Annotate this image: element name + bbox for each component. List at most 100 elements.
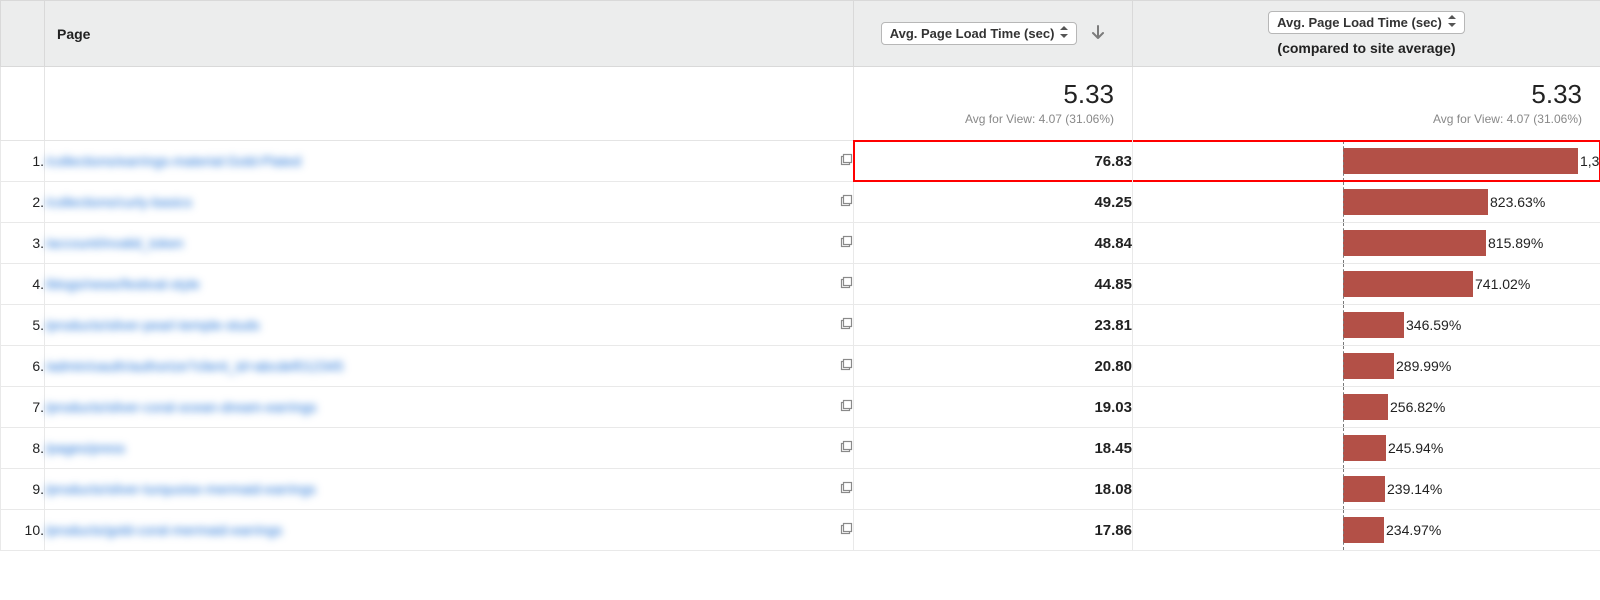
header-rownum	[1, 1, 45, 67]
comparison-cell: 815.89%	[1133, 223, 1600, 264]
row-number: 6.	[1, 346, 45, 387]
page-cell: /collections/curly-basics	[45, 182, 854, 223]
comparison-value: 289.99%	[1396, 358, 1451, 374]
page-path-link[interactable]: /products/silver-pearl-temple-studs	[45, 317, 260, 333]
comparison-cell: 823.63%	[1133, 182, 1600, 223]
open-in-new-icon[interactable]	[840, 194, 853, 210]
load-time-cell: 76.83	[854, 141, 1133, 182]
axis-zero-line	[1343, 223, 1344, 263]
comparison-value: 1,340.86%	[1580, 153, 1600, 169]
summary-comp-sub: Avg for View: 4.07 (31.06%)	[1151, 112, 1582, 126]
header-load-time: Avg. Page Load Time (sec)	[854, 1, 1133, 67]
comparison-value: 823.63%	[1490, 194, 1545, 210]
page-cell: /products/silver-coral-ocean-dream-earri…	[45, 387, 854, 428]
load-time-cell: 23.81	[854, 305, 1133, 346]
table-row: 3./account/invalid_token48.84815.89%	[1, 223, 1600, 264]
page-path-link[interactable]: /products/gold-coral-mermaid-earrings	[45, 522, 282, 538]
load-time-cell: 18.45	[854, 428, 1133, 469]
header-comparison: Avg. Page Load Time (sec) (compared to s…	[1133, 1, 1600, 67]
table-row: 6./admin/oauth/authorize?client_id=abcde…	[1, 346, 1600, 387]
axis-zero-line	[1343, 264, 1344, 304]
row-number: 2.	[1, 182, 45, 223]
page-path-link[interactable]: /products/silver-turquoise-mermaid-earri…	[45, 481, 316, 497]
row-number: 10.	[1, 510, 45, 551]
page-timings-table: Page Avg. Page Load Time (sec) Avg. Page…	[0, 0, 1600, 551]
comparison-value: 245.94%	[1388, 440, 1443, 456]
axis-zero-line	[1343, 510, 1344, 550]
open-in-new-icon[interactable]	[840, 399, 853, 415]
axis-zero-line	[1343, 469, 1344, 509]
comparison-value: 346.59%	[1406, 317, 1461, 333]
row-number: 5.	[1, 305, 45, 346]
open-in-new-icon[interactable]	[840, 522, 853, 538]
summary-load-sub: Avg for View: 4.07 (31.06%)	[872, 112, 1114, 126]
page-path-link[interactable]: /collections/curly-basics	[45, 194, 192, 210]
load-time-cell: 20.80	[854, 346, 1133, 387]
open-in-new-icon[interactable]	[840, 358, 853, 374]
open-in-new-icon[interactable]	[840, 235, 853, 251]
open-in-new-icon[interactable]	[840, 276, 853, 292]
comparison-value: 815.89%	[1488, 235, 1543, 251]
comparison-value: 239.14%	[1387, 481, 1442, 497]
metric-select-load-time[interactable]: Avg. Page Load Time (sec)	[881, 22, 1078, 45]
load-time-cell: 17.86	[854, 510, 1133, 551]
comparison-bar	[1343, 271, 1473, 297]
comparison-cell: 1,340.86%	[1133, 141, 1600, 182]
axis-zero-line	[1343, 141, 1344, 181]
page-path-link[interactable]: /collections/earrings-material:Gold-Plat…	[45, 153, 301, 169]
row-number: 1.	[1, 141, 45, 182]
axis-zero-line	[1343, 428, 1344, 468]
caret-updown-icon	[1060, 26, 1068, 41]
summary-comp-value: 5.33	[1151, 79, 1582, 110]
comparison-bar	[1343, 189, 1488, 215]
page-path-link[interactable]: /admin/oauth/authorize?client_id=abcdef0…	[45, 358, 344, 374]
summary-load-value: 5.33	[872, 79, 1114, 110]
comparison-cell: 741.02%	[1133, 264, 1600, 305]
open-in-new-icon[interactable]	[840, 440, 853, 456]
comparison-cell: 234.97%	[1133, 510, 1600, 551]
page-cell: /products/silver-pearl-temple-studs	[45, 305, 854, 346]
summary-page-cell	[45, 67, 854, 141]
metric-select-comparison[interactable]: Avg. Page Load Time (sec)	[1268, 11, 1465, 34]
comparison-value: 256.82%	[1390, 399, 1445, 415]
row-number: 4.	[1, 264, 45, 305]
table-row: 9./products/silver-turquoise-mermaid-ear…	[1, 469, 1600, 510]
page-path-link[interactable]: /account/invalid_token	[45, 235, 184, 251]
page-cell: /admin/oauth/authorize?client_id=abcdef0…	[45, 346, 854, 387]
comparison-cell: 245.94%	[1133, 428, 1600, 469]
open-in-new-icon[interactable]	[840, 317, 853, 333]
open-in-new-icon[interactable]	[840, 153, 853, 169]
table-row: 2./collections/curly-basics 49.25 823.63%	[1, 182, 1600, 223]
summary-rownum	[1, 67, 45, 141]
comparison-cell: 346.59%	[1133, 305, 1600, 346]
table-row: 1./collections/earrings-material:Gold-Pl…	[1, 141, 1600, 182]
sort-descending-icon[interactable]	[1091, 25, 1105, 44]
summary-comp-cell: 5.33 Avg for View: 4.07 (31.06%)	[1133, 67, 1600, 141]
page-path-link[interactable]: /pages/press	[45, 440, 125, 456]
comparison-cell: 256.82%	[1133, 387, 1600, 428]
load-time-cell: 44.85	[854, 264, 1133, 305]
load-time-cell: 49.25	[854, 182, 1133, 223]
summary-load-cell: 5.33 Avg for View: 4.07 (31.06%)	[854, 67, 1133, 141]
page-cell: /products/silver-turquoise-mermaid-earri…	[45, 469, 854, 510]
comparison-bar	[1343, 394, 1388, 420]
header-page[interactable]: Page	[45, 1, 854, 67]
axis-zero-line	[1343, 305, 1344, 345]
page-cell: /pages/press	[45, 428, 854, 469]
comparison-bar	[1343, 476, 1385, 502]
open-in-new-icon[interactable]	[840, 481, 853, 497]
metric-select-load-label: Avg. Page Load Time (sec)	[890, 26, 1055, 41]
comparison-bar	[1343, 517, 1384, 543]
row-number: 7.	[1, 387, 45, 428]
load-time-cell: 48.84	[854, 223, 1133, 264]
page-path-link[interactable]: /products/silver-coral-ocean-dream-earri…	[45, 399, 317, 415]
load-time-cell: 18.08	[854, 469, 1133, 510]
comparison-bar	[1343, 148, 1578, 174]
comparison-bar	[1343, 435, 1386, 461]
page-path-link[interactable]: /blogs/news/festival-style	[45, 276, 200, 292]
comparison-bar	[1343, 312, 1404, 338]
comparison-value: 741.02%	[1475, 276, 1530, 292]
caret-updown-icon	[1448, 15, 1456, 30]
table-row: 8./pages/press18.45245.94%	[1, 428, 1600, 469]
row-number: 9.	[1, 469, 45, 510]
